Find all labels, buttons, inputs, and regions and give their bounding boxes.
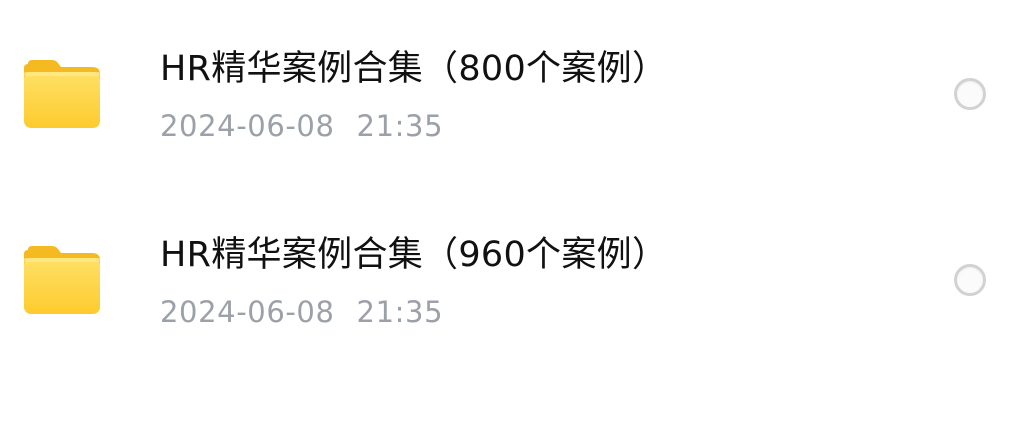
folder-icon [24,246,100,314]
select-radio[interactable] [954,78,986,110]
file-date: 2024-06-08 [160,109,335,143]
folder-icon [24,60,100,128]
file-row[interactable]: HR精华案例合集（960个案例） 2024-06-08 21:35 [0,212,1020,362]
file-date: 2024-06-08 [160,295,335,329]
file-name: HR精华案例合集（960个案例） [160,235,668,275]
file-modified: 2024-06-08 21:35 [160,292,443,332]
select-radio[interactable] [954,264,986,296]
file-row[interactable]: HR精华案例合集（800个案例） 2024-06-08 21:35 [0,26,1020,176]
file-time: 21:35 [356,295,444,329]
file-modified: 2024-06-08 21:35 [160,106,443,146]
file-list: HR精华案例合集（800个案例） 2024-06-08 21:35 HR精华案例合… [0,0,1020,431]
file-time: 21:35 [356,109,444,143]
file-name: HR精华案例合集（800个案例） [160,49,668,89]
